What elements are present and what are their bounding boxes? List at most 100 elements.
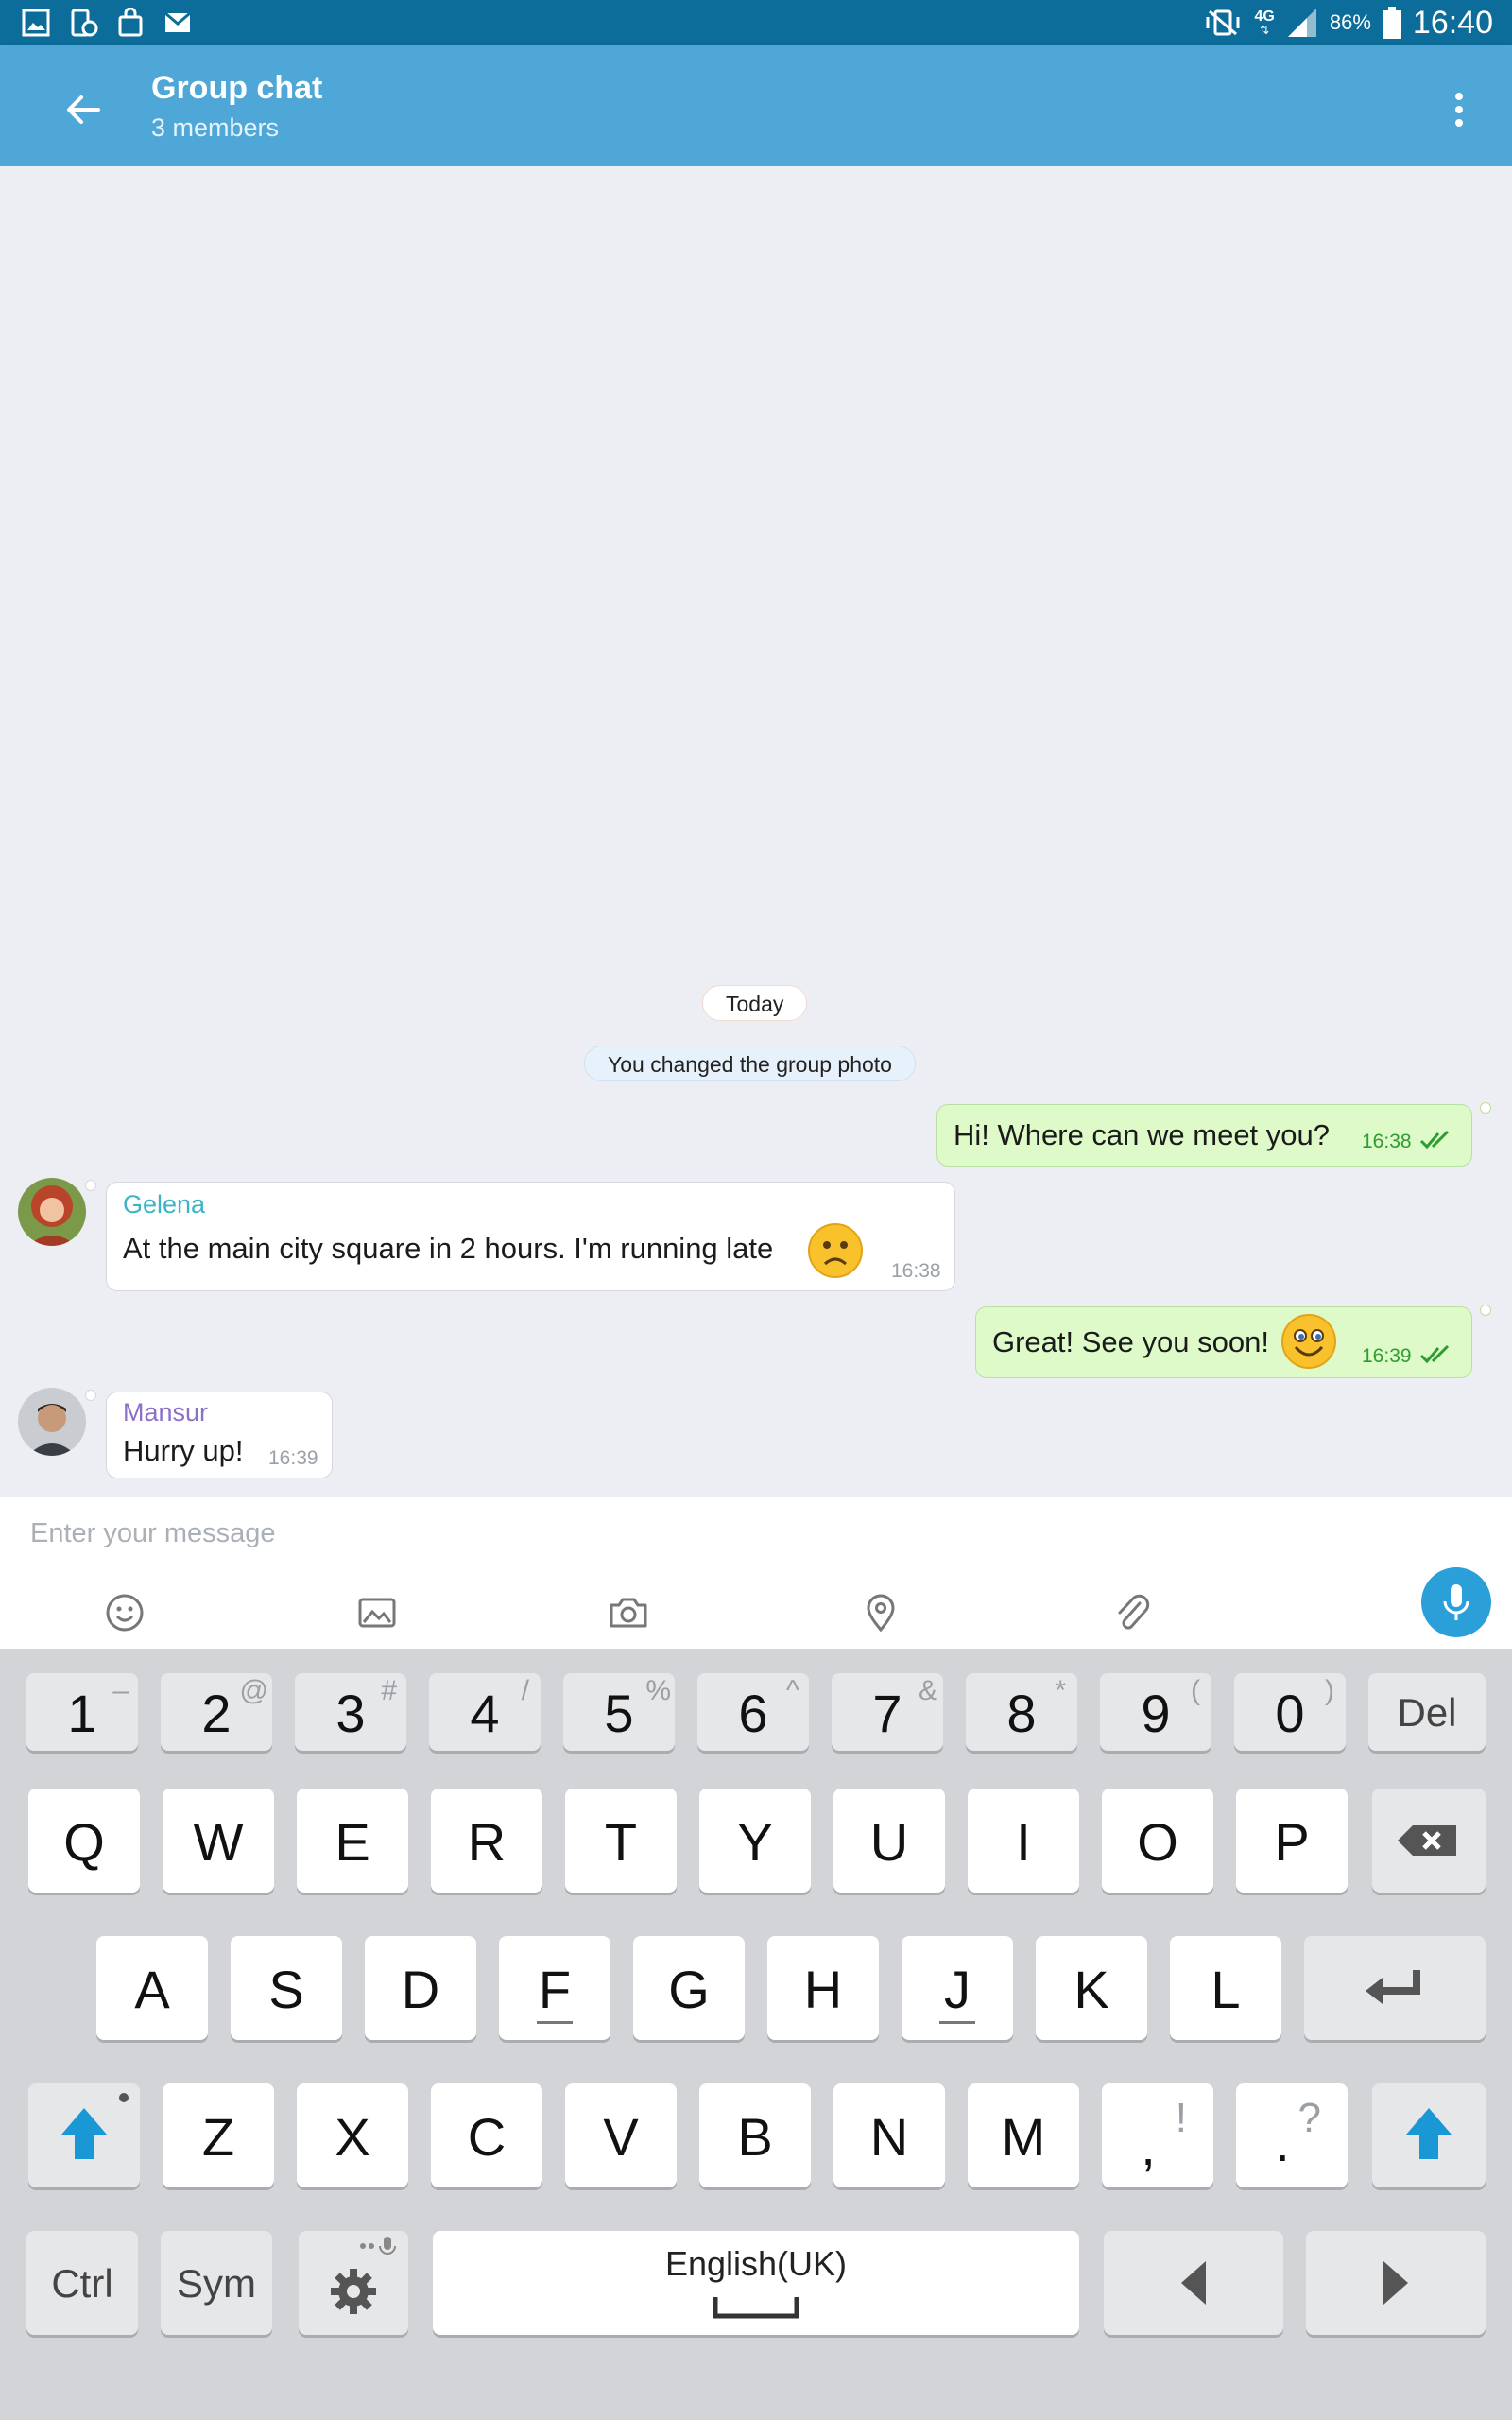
key-z[interactable]: Z: [163, 2083, 274, 2187]
status-bar: 4G ⇅ 86% 16:40: [0, 0, 1512, 45]
voice-input-indicator-icon: [360, 2237, 396, 2255]
read-receipt-icon: [1419, 1344, 1450, 1364]
key-comma[interactable]: ,!: [1102, 2083, 1213, 2187]
sym-key[interactable]: Sym: [161, 2231, 272, 2335]
enter-icon: [1366, 1970, 1420, 2004]
key-q[interactable]: Q: [28, 1789, 140, 1893]
key-w[interactable]: W: [163, 1789, 274, 1893]
key-c[interactable]: C: [431, 2083, 542, 2187]
key-o[interactable]: O: [1102, 1789, 1213, 1893]
shift-icon: [61, 2108, 107, 2159]
bubble-tail: [1480, 1305, 1491, 1316]
network-indicator: 4G ⇅: [1254, 9, 1275, 37]
key-m[interactable]: M: [968, 2083, 1079, 2187]
chat-title[interactable]: Group chat: [151, 70, 322, 107]
on-screen-keyboard: 1– 2 @ 3 # 4/ 5% 6 ^ 7 & 8 * 9( 0) Del Q W E …: [0, 1649, 1512, 2420]
key-l[interactable]: L: [1170, 1936, 1281, 2040]
key-g[interactable]: G: [633, 1936, 745, 2040]
message-text: Great! See you soon!: [992, 1325, 1269, 1358]
key-a[interactable]: A: [96, 1936, 208, 2040]
key-f[interactable]: F: [499, 1936, 610, 2040]
outgoing-message-bubble[interactable]: Hi! Where can we meet you? 16:38: [936, 1104, 1472, 1167]
vibrate-mute-icon: [1206, 9, 1240, 36]
camera-icon[interactable]: [608, 1592, 649, 1634]
key-y[interactable]: Y: [699, 1789, 811, 1893]
bubble-tail: [85, 1390, 96, 1401]
incoming-message-bubble[interactable]: Gelena At the main city square in 2 hour…: [106, 1182, 955, 1291]
key-p[interactable]: P: [1236, 1789, 1348, 1893]
key-k[interactable]: K: [1036, 1936, 1147, 2040]
message-list[interactable]: Today You changed the group photo Hi! Wh…: [0, 166, 1512, 1497]
message-text: Hi! Where can we meet you?: [954, 1118, 1331, 1151]
key-2[interactable]: 2 @: [161, 1673, 272, 1751]
key-4[interactable]: 4/: [429, 1673, 541, 1751]
key-1[interactable]: 1–: [26, 1673, 138, 1751]
del-key[interactable]: Del: [1368, 1673, 1486, 1751]
cursor-right-key[interactable]: [1306, 2231, 1486, 2335]
voice-record-button[interactable]: [1421, 1567, 1491, 1637]
key-s[interactable]: S: [231, 1936, 342, 2040]
shift-right-key[interactable]: [1372, 2083, 1486, 2187]
key-x[interactable]: X: [297, 2083, 408, 2187]
settings-key[interactable]: [299, 2231, 408, 2335]
key-t[interactable]: T: [565, 1789, 677, 1893]
key-v[interactable]: V: [565, 2083, 677, 2187]
key-e[interactable]: E: [297, 1789, 408, 1893]
clock: 16:40: [1412, 4, 1493, 41]
key-9[interactable]: 9(: [1100, 1673, 1211, 1751]
arrow-left-icon: [1181, 2261, 1206, 2305]
date-separator: Today: [702, 985, 808, 1021]
key-6[interactable]: 6 ^: [697, 1673, 809, 1751]
message-time: 16:38: [891, 1260, 941, 1282]
gear-icon: [331, 2269, 376, 2314]
gallery-notification-icon: [22, 9, 50, 37]
key-period[interactable]: .?: [1236, 2083, 1348, 2187]
emoji-icon[interactable]: [104, 1592, 146, 1634]
signal-icon: [1287, 9, 1316, 37]
more-options-icon[interactable]: [1448, 87, 1470, 132]
key-8[interactable]: 8 *: [966, 1673, 1077, 1751]
space-key[interactable]: English(UK): [433, 2231, 1079, 2335]
mail-icon: [164, 11, 191, 32]
member-count: 3 members: [151, 113, 280, 142]
ctrl-key[interactable]: Ctrl: [26, 2231, 138, 2335]
key-h[interactable]: H: [767, 1936, 879, 2040]
cursor-left-key[interactable]: [1104, 2231, 1283, 2335]
caps-indicator: [119, 2093, 129, 2102]
key-b[interactable]: B: [699, 2083, 811, 2187]
backspace-key[interactable]: [1372, 1789, 1486, 1893]
system-message: You changed the group photo: [584, 1046, 916, 1081]
key-u[interactable]: U: [833, 1789, 945, 1893]
location-pin-icon[interactable]: [860, 1592, 902, 1634]
message-time: 16:38: [1362, 1131, 1412, 1152]
key-i[interactable]: I: [968, 1789, 1079, 1893]
bubble-tail: [1480, 1102, 1491, 1114]
home-row-marker: [939, 2021, 975, 2024]
message-input[interactable]: Enter your message: [30, 1518, 1353, 1556]
key-n[interactable]: N: [833, 2083, 945, 2187]
key-7[interactable]: 7 &: [832, 1673, 943, 1751]
gallery-icon[interactable]: [356, 1592, 398, 1634]
avatar-mansur[interactable]: [18, 1388, 86, 1456]
key-5[interactable]: 5%: [563, 1673, 675, 1751]
enter-key[interactable]: [1304, 1936, 1486, 2040]
key-0[interactable]: 0): [1234, 1673, 1346, 1751]
attachment-paperclip-icon[interactable]: [1111, 1592, 1153, 1634]
key-3[interactable]: 3 #: [295, 1673, 406, 1751]
device-notification-icon: [71, 9, 98, 37]
battery-percent: 86%: [1329, 10, 1371, 34]
home-row-marker: [537, 2021, 573, 2024]
key-d[interactable]: D: [365, 1936, 476, 2040]
message-text: At the main city square in 2 hours. I'm …: [123, 1232, 774, 1265]
avatar-gelena[interactable]: [18, 1178, 86, 1246]
shift-left-key[interactable]: [28, 2083, 140, 2187]
message-text: Hurry up!: [123, 1434, 244, 1467]
back-arrow-icon[interactable]: [57, 83, 110, 136]
key-r[interactable]: R: [431, 1789, 542, 1893]
key-j[interactable]: J: [902, 1936, 1013, 2040]
shift-icon: [1406, 2108, 1452, 2159]
bubble-tail: [85, 1180, 96, 1191]
incoming-message-bubble[interactable]: Mansur Hurry up! 16:39: [106, 1392, 333, 1478]
outgoing-message-bubble[interactable]: Great! See you soon! 16:39: [975, 1306, 1472, 1378]
smiley-face-emoji-icon: [1281, 1314, 1336, 1369]
